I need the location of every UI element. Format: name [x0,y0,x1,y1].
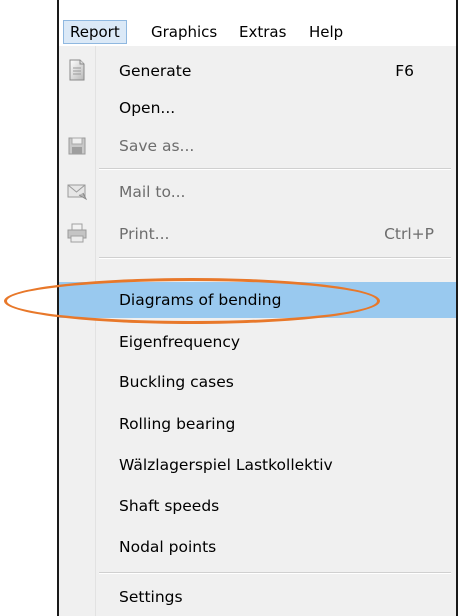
menu-item-eigenfrequency[interactable]: Eigenfrequency [59,324,456,360]
shaft-speeds-label: Shaft speeds [119,497,220,515]
open-label: Open... [119,99,176,117]
menu-item-print[interactable]: Print... Ctrl+P [59,216,456,252]
menu-separator-highlight [99,573,451,574]
eigenfrequency-label: Eigenfrequency [119,333,241,351]
menu-item-save-as[interactable]: Save as... [59,128,456,164]
report-dropdown-menu: Generate F6 Open... Save as... Mail to..… [59,46,456,616]
menu-separator-highlight [99,169,451,170]
generate-label: Generate [119,62,192,80]
menu-item-rolling-bearing[interactable]: Rolling bearing [59,406,456,442]
mail-to-label: Mail to... [119,183,186,201]
menu-extras[interactable]: Extras [233,20,292,44]
rolling-bearing-label: Rolling bearing [119,415,236,433]
menu-item-shaft-speeds[interactable]: Shaft speeds [59,488,456,524]
menu-item-diagrams-of-bending[interactable]: Diagrams of bending [59,282,456,318]
menu-bar: Report Graphics Extras Help [59,16,456,46]
save-as-label: Save as... [119,137,195,155]
settings-label: Settings [119,588,183,606]
menu-separator-highlight [99,258,451,259]
document-icon [67,59,87,81]
menu-help[interactable]: Help [303,20,349,44]
menu-graphics[interactable]: Graphics [145,20,223,44]
print-label: Print... [119,225,170,243]
print-shortcut: Ctrl+P [384,225,434,243]
menu-item-waelzlagerspiel-lastkollektiv[interactable]: Wälzlagerspiel Lastkollektiv [59,447,456,483]
menu-item-mail-to[interactable]: Mail to... [59,174,456,210]
floppy-disk-icon [67,134,87,156]
waelzlagerspiel-label: Wälzlagerspiel Lastkollektiv [119,456,333,474]
menu-item-open[interactable]: Open... [59,90,456,126]
menu-item-buckling-cases[interactable]: Buckling cases [59,364,456,400]
menu-item-settings[interactable]: Settings [59,579,456,615]
menu-item-generate[interactable]: Generate F6 [59,53,456,89]
menu-item-nodal-points[interactable]: Nodal points [59,529,456,565]
mail-icon [67,180,88,202]
nodal-points-label: Nodal points [119,538,217,556]
diagrams-of-bending-label: Diagrams of bending [119,291,282,309]
generate-shortcut: F6 [395,62,414,80]
printer-icon [67,222,87,244]
menu-report[interactable]: Report [63,20,127,44]
buckling-cases-label: Buckling cases [119,373,234,391]
